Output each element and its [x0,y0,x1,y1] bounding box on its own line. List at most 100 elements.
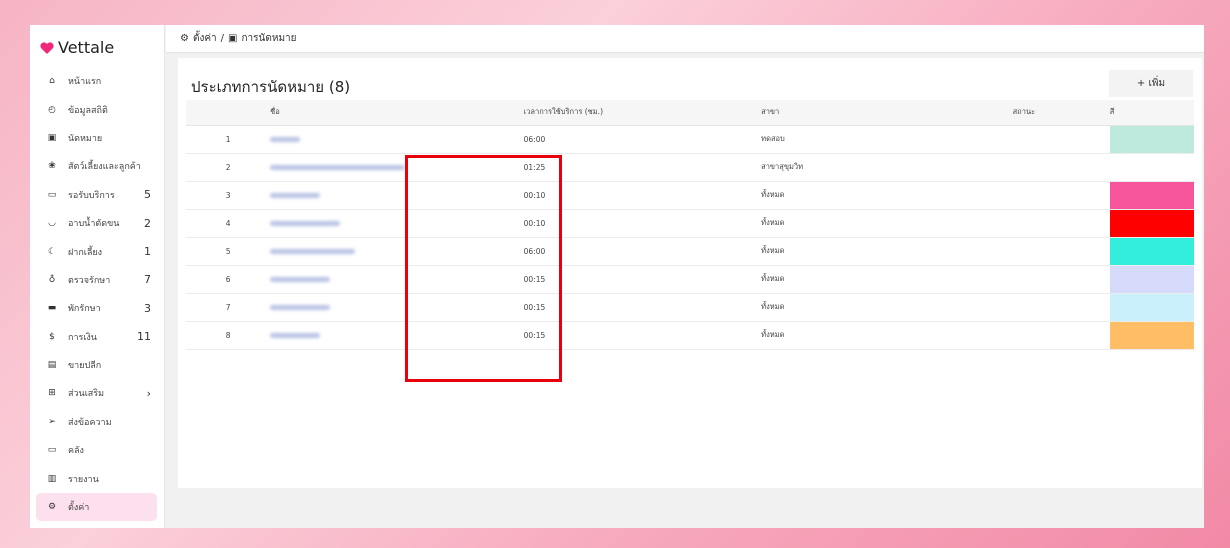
color-swatch [1109,125,1194,153]
breadcrumb-settings[interactable]: ตั้งค่า [193,31,217,46]
sidebar-item-label: ส่งข้อความ [68,417,112,428]
time-cell: 00:15 [523,293,762,322]
branch-cell: ทดสอบ [761,125,1013,154]
sidebar-item-paper-plane[interactable]: ➢ ส่งข้อความ [36,408,157,436]
page-title: ประเภทการนัดหมาย (8) [191,78,351,96]
column-header: สถานะ [1012,100,1110,126]
sidebar-item-count: 5 [144,188,151,202]
calendar-icon: ▣ [47,132,57,143]
sidebar-item-count: 3 [144,301,151,315]
table-row[interactable]: 2 01:25 สาขาสุขุมวิท [186,153,1194,182]
sidebar-item-home[interactable]: ⌂ หน้าแรก [36,67,157,95]
name-cell [270,293,524,322]
color-swatch [1109,321,1194,349]
table-row[interactable]: 7 00:15 ทั้งหมด [186,293,1194,322]
blurred-name [270,276,331,282]
paper-plane-icon: ➢ [48,416,56,427]
blurred-name [270,192,321,198]
row-number: 7 [186,293,271,322]
sidebar-item-archive[interactable]: ▭ คลัง [36,436,157,464]
color-swatch [1109,265,1194,293]
blurred-name [270,164,406,170]
branch-cell: ทั้งหมด [761,209,1013,238]
sidebar-item-bathtub[interactable]: ◡ อาบน้ำตัดขน 2 [36,209,157,237]
color-cell [1109,153,1194,182]
sidebar-item-calendar[interactable]: ▣ นัดหมาย [36,124,157,152]
money-hand-icon: $ [49,331,55,342]
app-window: Vettale ⌂ หน้าแรก ◴ ข้อมูลสถิติ ▣ นัดหมาย ❀ สัต… [30,25,1204,528]
time-cell: 01:25 [523,153,762,182]
sidebar-item-gear[interactable]: ⚙ ตั้งค่า [36,492,157,522]
color-swatch [1109,237,1194,265]
sidebar-item-chart[interactable]: ▥ รายงาน [36,464,157,492]
time-cell: 00:10 [523,181,762,210]
time-cell: 06:00 [523,125,762,154]
branch-cell: ทั้งหมด [761,237,1013,266]
color-cell [1109,321,1194,350]
content-card: ประเภทการนัดหมาย (8) + เพิ่ม ชื่อ เวลาการ… [178,58,1202,488]
name-cell [270,265,524,294]
table-row[interactable]: 1 06:00 ทดสอบ [186,125,1194,154]
table-row[interactable]: 4 00:10 ทั้งหมด [186,209,1194,238]
moon-icon: ☾ [47,246,57,257]
table-row[interactable]: 5 06:00 ทั้งหมด [186,237,1194,266]
appointment-types-table: ชื่อ เวลาการใช้บริการ (ชม.) สาขา สถานะ สี 1 … [186,100,1194,350]
status-cell [1012,321,1110,350]
color-cell [1109,125,1194,154]
row-number: 2 [186,153,271,182]
table-row[interactable]: 3 00:10 ทั้งหมด [186,181,1194,210]
sidebar-item-sofa[interactable]: ▭ รอรับบริการ 5 [36,181,157,209]
chart-icon: ▥ [47,473,57,484]
sidebar-item-plus-square[interactable]: ⊞ ส่วนเสริม › [36,379,157,407]
branch-cell: ทั้งหมด [761,265,1013,294]
color-cell [1109,237,1194,266]
branch-cell: ทั้งหมด [761,181,1013,210]
bathtub-icon: ◡ [48,218,56,229]
dashboard-icon: ◴ [48,104,56,115]
status-cell [1012,125,1110,154]
stethoscope-icon: ♁ [48,274,56,285]
sidebar-item-stethoscope[interactable]: ♁ ตรวจรักษา 7 [36,266,157,294]
sidebar-nav: ⌂ หน้าแรก ◴ ข้อมูลสถิติ ▣ นัดหมาย ❀ สัตว์เลี้ยง… [36,67,157,522]
sidebar-item-paw[interactable]: ❀ สัตว์เลี้ยงและลูกค้า [36,152,157,180]
color-cell [1109,209,1194,238]
logo[interactable]: Vettale [40,38,114,57]
sidebar-item-label: คลัง [68,446,84,457]
column-header: สาขา [761,100,1013,126]
breadcrumb-current: การนัดหมาย [241,33,297,44]
status-cell [1012,237,1110,266]
sidebar-item-moon[interactable]: ☾ ฝากเลี้ยง 1 [36,237,157,265]
gear-icon: ⚙ [47,502,57,513]
color-cell [1109,293,1194,322]
blurred-name [270,220,341,226]
sidebar-item-cash-register[interactable]: ▤ ขายปลีก [36,351,157,379]
row-number: 1 [186,125,271,154]
branch-cell: ทั้งหมด [761,321,1013,350]
sidebar-item-label: ขายปลีก [68,361,102,372]
color-cell [1109,265,1194,294]
time-cell: 00:15 [523,321,762,350]
time-cell: 06:00 [523,237,762,266]
sidebar-item-label: ฝากเลี้ยง [68,247,103,258]
color-swatch [1109,153,1194,181]
archive-icon: ▭ [47,445,57,456]
sidebar-item-bed[interactable]: ▬ พักรักษา 3 [36,294,157,322]
add-button[interactable]: + เพิ่ม [1109,70,1193,97]
sidebar-item-money-hand[interactable]: $ การเงิน 11 [36,323,157,351]
sidebar-item-count: 1 [144,245,151,259]
sidebar-item-dashboard[interactable]: ◴ ข้อมูลสถิติ [36,95,157,123]
table-row[interactable]: 8 00:15 ทั้งหมด [186,321,1194,350]
row-number: 8 [186,321,271,350]
table-row[interactable]: 6 00:15 ทั้งหมด [186,265,1194,294]
sidebar-item-count: › [146,386,151,400]
sidebar-item-label: สัตว์เลี้ยงและลูกค้า [68,162,141,173]
sidebar-item-label: นัดหมาย [68,133,103,144]
name-cell [270,125,524,154]
row-number: 3 [186,181,271,210]
sidebar-item-label: ตรวจรักษา [68,275,111,286]
status-cell [1012,209,1110,238]
sidebar-item-label: อาบน้ำตัดขน [68,219,120,230]
sidebar-item-label: ข้อมูลสถิติ [68,105,108,116]
sidebar-item-count: 11 [137,330,151,344]
row-number: 4 [186,209,271,238]
